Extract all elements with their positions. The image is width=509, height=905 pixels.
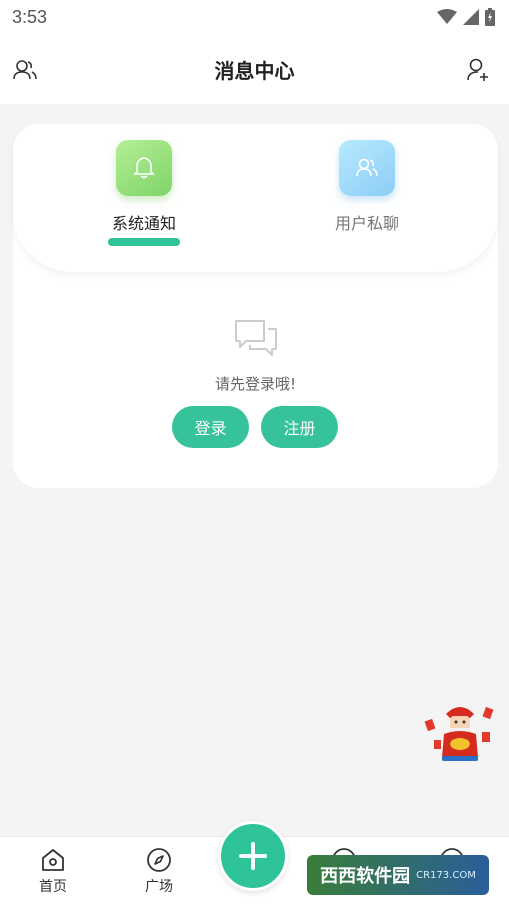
nav-home-label: 首页 xyxy=(39,879,67,895)
header: 消息中心 xyxy=(0,34,509,104)
tab-label: 系统通知 xyxy=(111,214,176,233)
tab-system-notice[interactable]: 系统通知 xyxy=(69,140,219,250)
compass-icon xyxy=(147,848,171,872)
signal-icon xyxy=(463,9,479,25)
bell-icon xyxy=(133,157,155,179)
login-prompt: 请先登录哦! xyxy=(214,375,296,393)
battery-icon xyxy=(485,8,495,26)
watermark-logo: 西西软件园 CR173.COM xyxy=(307,855,489,895)
message-tabs: 系统通知 用户私聊 xyxy=(13,124,498,272)
mascot-float-icon[interactable] xyxy=(424,700,496,762)
wifi-icon xyxy=(437,9,457,24)
users-icon xyxy=(13,60,37,80)
nav-home[interactable]: 首页 xyxy=(13,837,93,905)
nav-square-label: 广场 xyxy=(145,879,173,895)
plus-icon xyxy=(239,842,267,870)
status-time: 3:53 xyxy=(12,6,48,27)
contacts-button[interactable] xyxy=(11,56,39,84)
login-button[interactable]: 登录 xyxy=(172,406,249,448)
home-icon xyxy=(42,849,64,871)
add-user-icon xyxy=(467,58,488,81)
watermark-sub: CR173.COM xyxy=(416,869,476,881)
message-card: 系统通知 用户私聊 请先登录哦! 登录 注册 xyxy=(13,124,498,488)
status-icons xyxy=(437,8,495,26)
publish-button[interactable] xyxy=(218,821,288,891)
tab-label: 用户私聊 xyxy=(334,214,399,233)
register-button[interactable]: 注册 xyxy=(261,406,338,448)
page-title: 消息中心 xyxy=(214,58,295,83)
tab-icon-badge xyxy=(116,140,172,196)
active-tab-indicator xyxy=(108,238,180,246)
users-icon xyxy=(356,158,378,177)
status-bar: 3:53 xyxy=(0,0,509,34)
chat-bubbles-icon xyxy=(235,320,277,356)
watermark-main: 西西软件园 xyxy=(320,866,411,887)
nav-square[interactable]: 广场 xyxy=(119,837,199,905)
tab-icon-badge xyxy=(339,140,395,196)
tab-private-chat[interactable]: 用户私聊 xyxy=(292,140,442,250)
add-friend-button[interactable] xyxy=(464,56,492,84)
